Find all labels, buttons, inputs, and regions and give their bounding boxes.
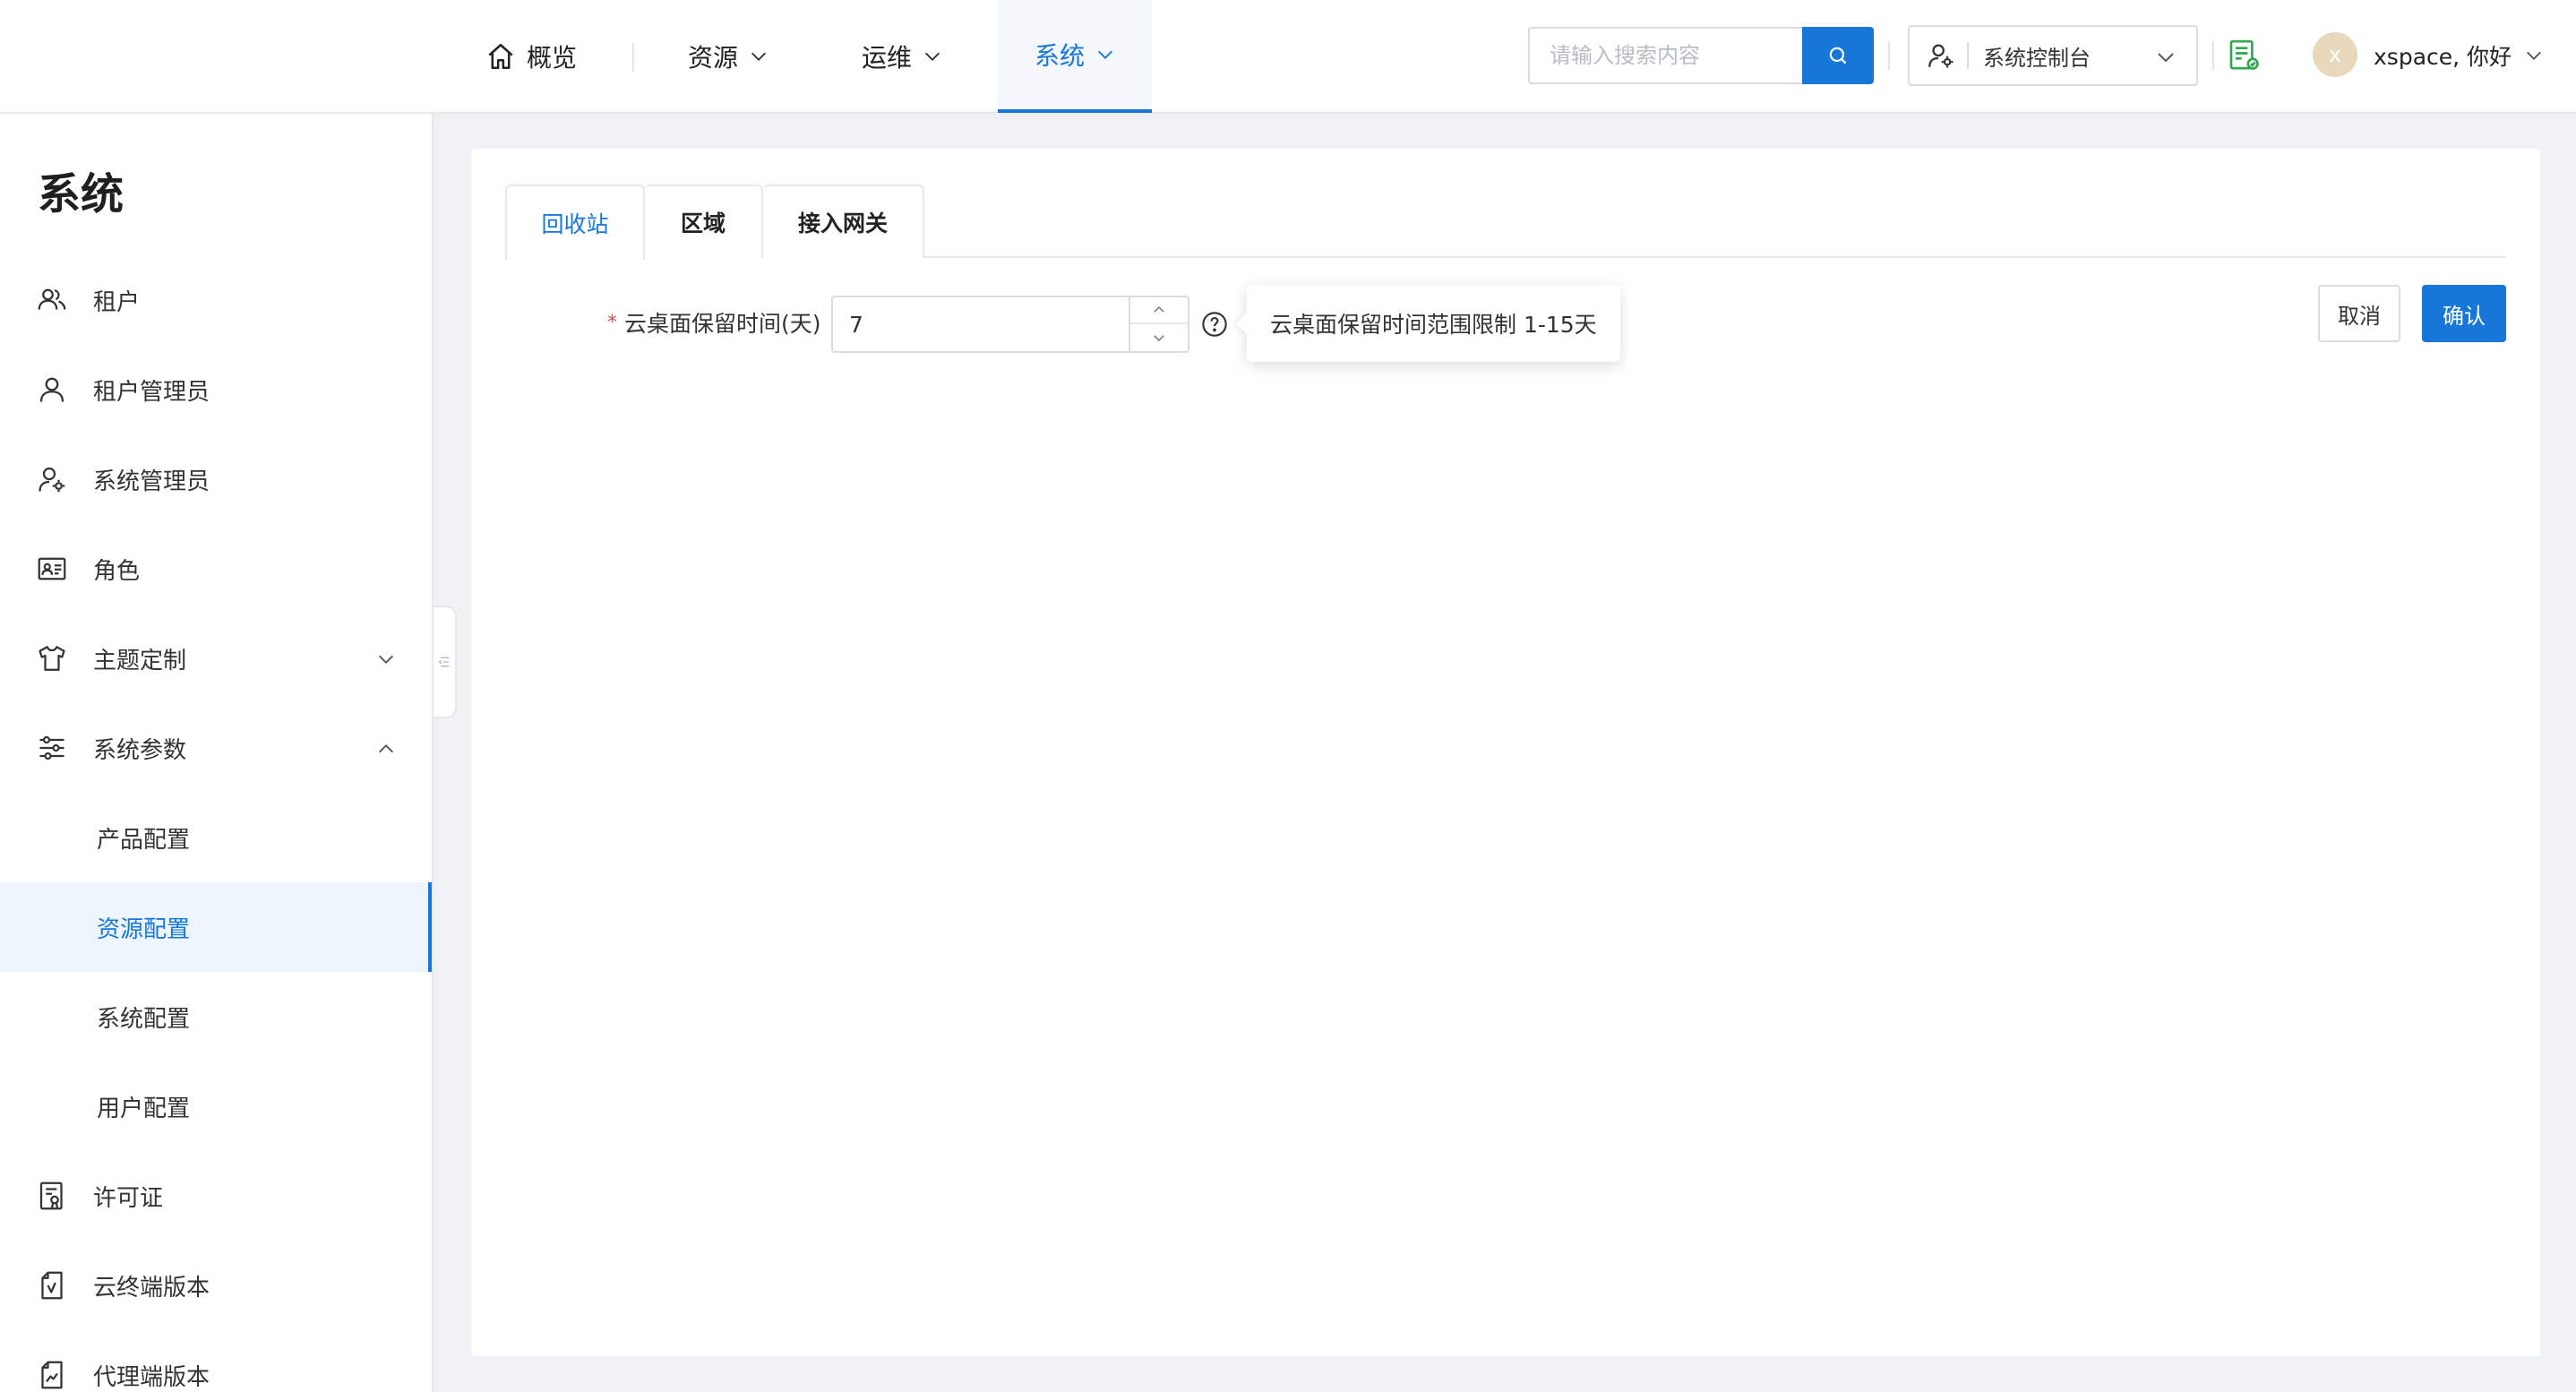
nav-divider <box>632 43 634 72</box>
home-icon <box>485 41 516 72</box>
sidebar-subitem-label: 资源配置 <box>97 915 191 943</box>
sidebar-item-license[interactable]: 许可证 <box>0 1151 432 1241</box>
user-menu[interactable]: xspace, 你好 <box>2374 39 2544 72</box>
sidebar-item-label: 系统管理员 <box>93 468 210 495</box>
user-settings-icon <box>1926 40 1956 71</box>
avatar[interactable]: x <box>2313 32 2357 77</box>
chevron-up-icon <box>376 739 396 759</box>
sidebar-subitem-resource-config[interactable]: 资源配置 <box>0 882 432 972</box>
tab-access-gateway[interactable]: 接入网关 <box>763 185 924 258</box>
console-select-divider <box>1967 42 1969 69</box>
top-navbar: 概览 资源 运维 系统 系统控制台 <box>0 0 2576 113</box>
header-divider <box>2212 41 2214 70</box>
user-icon <box>36 374 68 406</box>
retention-days-field[interactable] <box>833 297 1129 351</box>
sidebar-item-label: 主题定制 <box>93 647 187 675</box>
tab-label: 接入网关 <box>797 211 888 236</box>
sidebar-item-tenant[interactable]: 租户 <box>0 255 432 345</box>
decrement-button[interactable] <box>1130 324 1188 351</box>
confirm-button[interactable]: 确认 <box>2422 285 2506 342</box>
tshirt-icon <box>36 642 68 675</box>
sliders-icon <box>36 732 68 764</box>
tooltip-text: 云桌面保留时间范围限制 1-15天 <box>1270 312 1597 338</box>
sidebar-collapse-handle[interactable] <box>434 606 457 718</box>
terminal-version-icon <box>36 1269 68 1302</box>
console-select[interactable]: 系统控制台 <box>1908 25 2198 86</box>
header-divider <box>1888 41 1890 70</box>
sidebar-item-system-admin[interactable]: 系统管理员 <box>0 434 432 524</box>
sidebar-item-tenant-admin[interactable]: 租户管理员 <box>0 345 432 434</box>
nav-resources[interactable]: 资源 <box>688 0 769 113</box>
sidebar-item-system-params[interactable]: 系统参数 <box>0 703 432 793</box>
tab-bar: 回收站 区域 接入网关 <box>505 185 2506 260</box>
chevron-down-icon <box>2155 47 2177 68</box>
chevron-down-icon <box>749 47 769 66</box>
nav-operations-label: 运维 <box>862 43 913 73</box>
retention-label-text: 云桌面保留时间(天) <box>624 311 821 337</box>
user-greeting-label: xspace, 你好 <box>2374 44 2512 70</box>
sidebar-item-label: 租户管理员 <box>93 378 210 406</box>
chevron-down-icon <box>1151 330 1167 346</box>
collapse-icon <box>437 655 451 669</box>
sidebar-subitem-system-config[interactable]: 系统配置 <box>0 972 432 1061</box>
nav-operations[interactable]: 运维 <box>862 0 942 113</box>
sidebar-title: 系统 <box>38 169 125 219</box>
search-input[interactable] <box>1550 43 1802 68</box>
nav-overview[interactable]: 概览 <box>485 0 577 113</box>
retention-tooltip: 云桌面保留时间范围限制 1-15天 <box>1247 285 1620 362</box>
sidebar-item-role[interactable]: 角色 <box>0 524 432 614</box>
tab-region[interactable]: 区域 <box>645 185 763 258</box>
sidebar-item-label: 代理端版本 <box>93 1363 210 1391</box>
sidebar-item-label: 角色 <box>93 557 141 585</box>
user-settings-icon <box>36 463 68 495</box>
nav-system[interactable]: 系统 <box>998 0 1152 113</box>
sidebar-subitem-user-config[interactable]: 用户配置 <box>0 1061 432 1151</box>
sidebar-item-terminal-version[interactable]: 云终端版本 <box>0 1241 432 1330</box>
tab-recycle-bin[interactable]: 回收站 <box>505 185 645 260</box>
required-mark: * <box>607 311 617 334</box>
help-icon[interactable] <box>1200 310 1229 339</box>
sidebar-subitem-product-config[interactable]: 产品配置 <box>0 793 432 882</box>
tab-label: 区域 <box>680 211 726 236</box>
chevron-up-icon <box>1151 302 1167 318</box>
sidebar-item-label: 系统参数 <box>93 736 187 764</box>
chevron-down-icon <box>1095 45 1115 64</box>
sidebar-subitem-label: 产品配置 <box>97 826 191 854</box>
nav-resources-label: 资源 <box>688 43 739 73</box>
sidebar-subitem-label: 用户配置 <box>97 1095 191 1122</box>
sidebar-item-label: 云终端版本 <box>93 1274 210 1302</box>
tab-label: 回收站 <box>541 211 609 237</box>
cancel-button[interactable]: 取消 <box>2318 285 2400 342</box>
retention-stepper <box>1129 297 1188 351</box>
id-card-icon <box>36 553 68 585</box>
nav-system-label: 系统 <box>1034 41 1085 71</box>
license-doc-icon <box>36 1180 68 1212</box>
chevron-down-icon <box>2524 46 2544 65</box>
retention-label: * 云桌面保留时间(天) <box>607 306 821 339</box>
users-icon <box>36 284 68 316</box>
content-card: 回收站 区域 接入网关 * 云桌面保留时间(天) 7 云桌面保留时间范围限制 1… <box>471 149 2540 1356</box>
sidebar-item-label: 许可证 <box>93 1184 164 1212</box>
license-icon[interactable] <box>2227 38 2263 73</box>
agent-version-icon <box>36 1359 68 1391</box>
search-icon <box>1826 44 1850 67</box>
chevron-down-icon <box>923 47 942 66</box>
search-button[interactable] <box>1802 27 1874 84</box>
search-field[interactable] <box>1528 27 1802 84</box>
sidebar-item-label: 租户 <box>93 288 141 316</box>
sidebar-item-theme[interactable]: 主题定制 <box>0 614 432 703</box>
sidebar: 系统 租户 租户管理员 系统管理员 角色 主题定制 系统参数 产品配置 资源配置… <box>0 114 434 1392</box>
increment-button[interactable] <box>1130 297 1188 324</box>
avatar-letter: x <box>2328 42 2342 67</box>
nav-overview-label: 概览 <box>527 43 578 73</box>
retention-number-input[interactable] <box>831 296 1189 353</box>
sidebar-item-agent-version[interactable]: 代理端版本 <box>0 1330 432 1392</box>
console-select-label: 系统控制台 <box>1983 45 2091 71</box>
sidebar-subitem-label: 系统配置 <box>97 1005 191 1033</box>
chevron-down-icon <box>376 649 396 669</box>
